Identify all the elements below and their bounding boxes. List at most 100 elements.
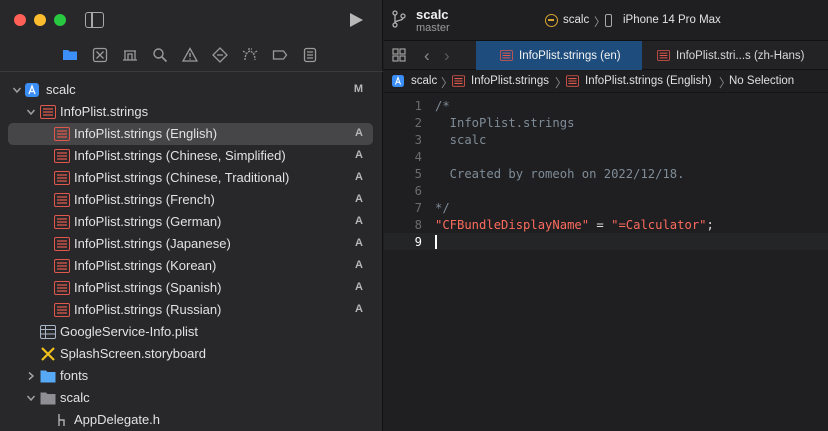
strings-icon bbox=[54, 193, 70, 207]
line-number: 6 bbox=[414, 184, 422, 198]
tree-row-file[interactable]: SplashScreen.storyboard bbox=[8, 343, 373, 365]
scheme-name[interactable]: scalc bbox=[563, 14, 589, 26]
tree-row-label: scalc bbox=[46, 82, 76, 97]
chevron-down-icon[interactable] bbox=[26, 393, 36, 403]
tree-row-file[interactable]: InfoPlist.strings (French) A bbox=[8, 189, 373, 211]
project-name[interactable]: scalc bbox=[416, 7, 449, 22]
tree-row-file[interactable]: InfoPlist.strings (Korean) A bbox=[8, 255, 373, 277]
folder-icon[interactable] bbox=[62, 47, 78, 63]
tab-label: InfoPlist.stri...s (zh-Hans) bbox=[676, 49, 805, 62]
status-badge: A bbox=[355, 281, 363, 293]
code-operator: = bbox=[589, 218, 612, 232]
report-icon[interactable] bbox=[302, 47, 318, 63]
issue-icon[interactable] bbox=[182, 47, 198, 63]
chevron-down-icon[interactable] bbox=[26, 107, 36, 117]
storyboard-icon bbox=[40, 347, 56, 361]
jump-bar: scalc 〉 InfoPlist.strings 〉 InfoPlist.st… bbox=[384, 71, 828, 93]
tab-label: InfoPlist.strings (en) bbox=[519, 49, 621, 62]
code-line-assignment: "CFBundleDisplayName" = "=Calculator"; bbox=[435, 218, 714, 232]
breadcrumb-group[interactable]: InfoPlist.strings bbox=[471, 75, 549, 87]
tab-infoplist-zh-hans[interactable]: InfoPlist.stri...s (zh-Hans) bbox=[643, 41, 828, 70]
text-caret bbox=[435, 235, 437, 249]
tree-row-file[interactable]: GoogleService-Info.plist bbox=[8, 321, 373, 343]
branch-name[interactable]: master bbox=[416, 22, 450, 34]
current-line-highlight bbox=[384, 233, 828, 250]
symbol-icon[interactable] bbox=[122, 47, 138, 63]
status-badge: A bbox=[355, 127, 363, 139]
scheme-selector[interactable]: scalc 〉 iPhone 14 Pro Max bbox=[537, 10, 777, 32]
zoom-window-button[interactable] bbox=[54, 14, 66, 26]
strings-icon bbox=[54, 127, 70, 141]
tree-row-group[interactable]: InfoPlist.strings bbox=[8, 101, 373, 123]
app-icon bbox=[25, 83, 39, 97]
editor-pane: scalc master scalc 〉 iPhone 14 Pro Max ‹… bbox=[384, 0, 828, 431]
close-window-button[interactable] bbox=[14, 14, 26, 26]
app-icon bbox=[392, 75, 405, 87]
chevron-right-icon: 〉 bbox=[594, 17, 606, 29]
debug-icon[interactable] bbox=[242, 47, 258, 63]
breadcrumb-file[interactable]: InfoPlist.strings (English) bbox=[585, 75, 712, 87]
test-icon[interactable] bbox=[212, 47, 228, 63]
status-badge: A bbox=[355, 149, 363, 161]
strings-icon bbox=[566, 75, 579, 87]
tree-row-label: InfoPlist.strings (German) bbox=[74, 214, 222, 229]
tree-row-label: scalc bbox=[60, 390, 90, 405]
status-badge: A bbox=[355, 303, 363, 315]
tree-row-label: InfoPlist.strings (Russian) bbox=[74, 302, 222, 317]
tree-row-label: fonts bbox=[60, 368, 89, 383]
folder-icon bbox=[40, 391, 56, 405]
strings-icon bbox=[500, 50, 513, 61]
line-number: 1 bbox=[414, 99, 422, 113]
tree-row-file[interactable]: AppDelegate.h bbox=[8, 409, 373, 431]
status-badge: A bbox=[355, 171, 363, 183]
strings-icon bbox=[54, 303, 70, 317]
breadcrumb-project[interactable]: scalc bbox=[411, 75, 437, 87]
tree-row-label: AppDelegate.h bbox=[74, 412, 161, 427]
tree-row-file[interactable]: InfoPlist.strings (Chinese, Simplified) … bbox=[8, 145, 373, 167]
code-editor[interactable]: 1 2 3 4 5 6 7 8 9 /* InfoPlist.strings s… bbox=[384, 95, 828, 431]
tree-row-file[interactable]: InfoPlist.strings (Japanese) A bbox=[8, 233, 373, 255]
breakpoint-icon[interactable] bbox=[272, 47, 288, 63]
grid-icon[interactable] bbox=[392, 48, 406, 62]
tree-row-label: InfoPlist.strings (Spanish) bbox=[74, 280, 222, 295]
chevron-left-icon[interactable]: ‹ bbox=[424, 46, 430, 66]
tree-row-file[interactable]: InfoPlist.strings (Russian) A bbox=[8, 299, 373, 321]
code-terminator: ; bbox=[706, 218, 714, 232]
source-control-icon[interactable] bbox=[92, 47, 108, 63]
run-icon[interactable] bbox=[350, 13, 363, 27]
code-string-key: "CFBundleDisplayName" bbox=[435, 218, 590, 232]
strings-icon bbox=[54, 171, 70, 185]
tab-infoplist-en[interactable]: InfoPlist.strings (en) bbox=[476, 41, 642, 70]
tree-row-file-selected[interactable]: InfoPlist.strings (English) A bbox=[8, 123, 373, 145]
breadcrumb-selection[interactable]: No Selection bbox=[729, 75, 794, 87]
tree-row-project[interactable]: scalc M bbox=[8, 79, 373, 101]
code-comment: Created by romeoh on 2022/12/18. bbox=[435, 167, 685, 181]
tree-row-label: SplashScreen.storyboard bbox=[60, 346, 206, 361]
device-name[interactable]: iPhone 14 Pro Max bbox=[623, 14, 721, 26]
find-icon[interactable] bbox=[152, 47, 168, 63]
tree-row-file[interactable]: InfoPlist.strings (Spanish) A bbox=[8, 277, 373, 299]
chevron-right-icon[interactable]: › bbox=[444, 46, 450, 66]
strings-icon bbox=[452, 75, 465, 87]
tree-row-file[interactable]: InfoPlist.strings (German) A bbox=[8, 211, 373, 233]
code-comment: */ bbox=[435, 201, 450, 215]
chevron-right-icon[interactable] bbox=[26, 371, 36, 381]
line-number-current: 9 bbox=[414, 235, 422, 249]
tree-row-label: InfoPlist.strings bbox=[60, 104, 149, 119]
strings-icon bbox=[54, 259, 70, 273]
code-string-value: "=Calculator" bbox=[611, 218, 707, 232]
tree-row-folder[interactable]: fonts bbox=[8, 365, 373, 387]
navigator-divider bbox=[0, 71, 383, 72]
chevron-down-icon[interactable] bbox=[12, 85, 22, 95]
tree-row-label: InfoPlist.strings (Chinese, Simplified) bbox=[74, 148, 286, 163]
minimize-window-button[interactable] bbox=[34, 14, 46, 26]
tree-row-file[interactable]: InfoPlist.strings (Chinese, Traditional)… bbox=[8, 167, 373, 189]
strings-icon bbox=[40, 105, 56, 119]
scheme-icon bbox=[545, 14, 558, 27]
status-badge: A bbox=[355, 215, 363, 227]
folder-icon bbox=[40, 369, 56, 383]
sidebar-toggle-icon[interactable] bbox=[85, 12, 104, 28]
navigator-pane: scalc M InfoPlist.strings InfoPlist.stri… bbox=[0, 0, 383, 431]
tree-row-folder[interactable]: scalc bbox=[8, 387, 373, 409]
line-number: 8 bbox=[414, 218, 422, 232]
